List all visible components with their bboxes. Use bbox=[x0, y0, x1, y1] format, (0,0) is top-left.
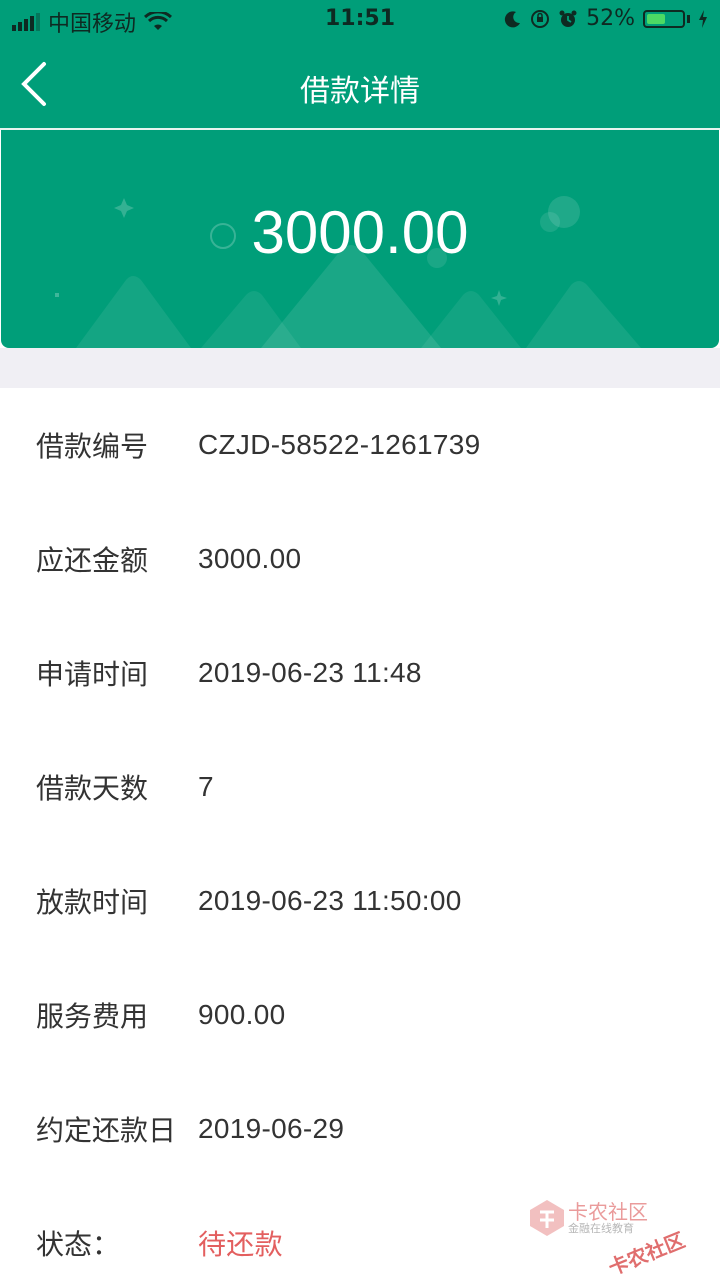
section-divider bbox=[0, 348, 720, 388]
navigation-bar: 借款详情 bbox=[0, 40, 720, 130]
detail-label: 服务费用 bbox=[36, 995, 198, 1035]
loan-amount: 3000.00 bbox=[1, 198, 719, 267]
detail-row-due-date: 约定还款日 2019-06-29 bbox=[36, 1099, 686, 1159]
detail-row-disburse-time: 放款时间 2019-06-23 11:50:00 bbox=[36, 871, 686, 931]
amount-banner: 3000.00 bbox=[1, 130, 719, 348]
status-value: 待还款 bbox=[198, 1223, 283, 1263]
alarm-icon bbox=[558, 9, 578, 29]
rotation-lock-icon bbox=[530, 9, 550, 29]
detail-row-loan-number: 借款编号 CZJD-58522-1261739 bbox=[36, 415, 686, 475]
battery-percent: 52% bbox=[586, 6, 635, 31]
status-bar: 中国移动 11:51 52% bbox=[0, 0, 720, 40]
detail-row-loan-days: 借款天数 7 bbox=[36, 757, 686, 817]
detail-label: 申请时间 bbox=[36, 653, 198, 693]
watermark-logo-icon bbox=[528, 1198, 566, 1238]
detail-label: 借款天数 bbox=[36, 767, 198, 807]
detail-row-apply-time: 申请时间 2019-06-23 11:48 bbox=[36, 643, 686, 703]
detail-value: 2019-06-29 bbox=[198, 1113, 344, 1145]
detail-value: 7 bbox=[198, 771, 214, 803]
detail-value: 3000.00 bbox=[198, 543, 301, 575]
detail-value: CZJD-58522-1261739 bbox=[198, 429, 480, 461]
detail-label: 应还金额 bbox=[36, 539, 198, 579]
detail-label: 约定还款日 bbox=[36, 1109, 198, 1149]
detail-row-amount-due: 应还金额 3000.00 bbox=[36, 529, 686, 589]
detail-value: 2019-06-23 11:50:00 bbox=[198, 885, 462, 917]
watermark-tagline: 金融在线教育 bbox=[568, 1220, 634, 1236]
detail-row-service-fee: 服务费用 900.00 bbox=[36, 985, 686, 1045]
watermark: 卡农社区 金融在线教育 卡农社区 bbox=[528, 1194, 712, 1274]
detail-label: 借款编号 bbox=[36, 425, 198, 465]
moon-icon bbox=[504, 10, 522, 28]
detail-value: 900.00 bbox=[198, 999, 285, 1031]
detail-label: 状态： bbox=[36, 1223, 198, 1263]
detail-label: 放款时间 bbox=[36, 881, 198, 921]
battery-nub bbox=[687, 15, 690, 23]
charging-icon bbox=[698, 10, 708, 28]
status-right: 52% bbox=[504, 6, 708, 31]
battery-icon bbox=[643, 10, 685, 28]
page-title: 借款详情 bbox=[0, 66, 720, 110]
detail-value: 2019-06-23 11:48 bbox=[198, 657, 422, 689]
